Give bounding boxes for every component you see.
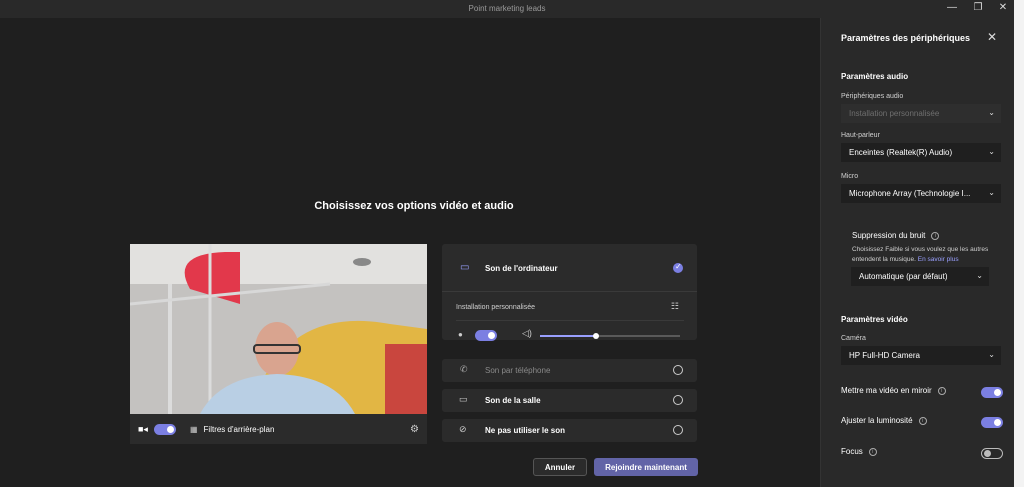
microphone-toggle[interactable] xyxy=(475,330,497,341)
window-title: Point marketing leads xyxy=(468,4,546,13)
computer-audio-card[interactable]: ▭ Son de l'ordinateur Installation perso… xyxy=(442,244,697,341)
info-icon[interactable]: i xyxy=(937,386,946,395)
divider xyxy=(442,291,697,292)
cancel-button[interactable]: Annuler xyxy=(533,458,587,476)
minimize-button[interactable]: — xyxy=(942,2,962,13)
audio-settings-sliders-icon[interactable]: ☷ xyxy=(671,301,679,312)
adjust-brightness-toggle[interactable] xyxy=(981,417,1003,428)
volume-slider[interactable] xyxy=(540,333,680,339)
microphone-value: Microphone Array (Technologie I... xyxy=(849,189,971,198)
computer-audio-radio[interactable] xyxy=(673,262,683,273)
no-audio-radio[interactable] xyxy=(673,425,683,435)
video-settings-heading: Paramètres vidéo xyxy=(841,315,908,324)
background-filters-button[interactable]: Filtres d'arrière-plan xyxy=(204,425,275,434)
info-icon[interactable]: i xyxy=(868,447,877,456)
focus-label: Focus xyxy=(841,447,863,456)
panel-title: Paramètres des périphériques xyxy=(841,33,971,43)
focus-row: Focus i xyxy=(841,447,1003,461)
info-icon[interactable]: i xyxy=(931,231,940,240)
chevron-down-icon: ⌄ xyxy=(988,188,995,197)
microphone-icon: ● xyxy=(458,330,463,339)
volume-slider-thumb[interactable] xyxy=(593,333,599,339)
noise-suppression-label: Suppression du bruit xyxy=(852,231,926,240)
speaker-value: Enceintes (Realtek(R) Audio) xyxy=(849,148,953,157)
room-audio-radio[interactable] xyxy=(673,395,683,405)
restore-button[interactable]: ❐ xyxy=(968,2,988,13)
speaker-select[interactable]: Enceintes (Realtek(R) Audio) ⌄ xyxy=(841,143,1001,162)
mirror-video-row: Mettre ma vidéo en miroir i xyxy=(841,386,1003,400)
camera-label: Caméra xyxy=(841,335,866,342)
speaker-volume-icon: ◁) xyxy=(522,328,532,338)
phone-audio-radio[interactable] xyxy=(673,365,683,375)
video-settings-gear-icon[interactable]: ⚙ xyxy=(410,424,419,435)
audio-devices-value: Installation personnalisée xyxy=(849,109,940,118)
background-filters-icon: ▦ xyxy=(189,424,198,434)
chevron-down-icon: ⌄ xyxy=(988,108,995,117)
microphone-select[interactable]: Microphone Array (Technologie I... ⌄ xyxy=(841,184,1001,203)
room-audio-option[interactable]: ▭ Son de la salle xyxy=(442,389,697,412)
camera-select[interactable]: HP Full-HD Camera ⌄ xyxy=(841,346,1001,365)
video-preview xyxy=(130,244,427,414)
room-audio-label: Son de la salle xyxy=(485,396,541,405)
noise-suppression-description: Choisissez Faible si vous voulez que les… xyxy=(852,245,992,265)
camera-icon: ■◂ xyxy=(138,423,148,434)
computer-audio-label: Son de l'ordinateur xyxy=(485,264,558,273)
chevron-down-icon: ⌄ xyxy=(988,350,995,359)
focus-toggle[interactable] xyxy=(981,448,1003,459)
audio-settings-heading: Paramètres audio xyxy=(841,72,909,81)
close-window-button[interactable]: ✕ xyxy=(993,2,1013,13)
mirror-video-toggle[interactable] xyxy=(981,387,1003,398)
chevron-down-icon: ⌄ xyxy=(988,147,995,156)
noise-suppression-title: Suppression du bruit i xyxy=(852,231,940,240)
no-audio-icon: ⊘ xyxy=(459,424,467,434)
device-settings-panel: Paramètres des périphériques ✕ Paramètre… xyxy=(820,18,1014,487)
phone-audio-label: Son par téléphone xyxy=(485,366,551,375)
custom-setup-label: Installation personnalisée xyxy=(456,304,535,311)
chevron-down-icon: ⌄ xyxy=(976,271,983,280)
background-window-edge xyxy=(1014,0,1024,487)
info-icon[interactable]: i xyxy=(918,416,927,425)
phone-icon: ✆ xyxy=(460,364,468,374)
volume-slider-fill xyxy=(540,335,596,337)
adjust-brightness-row: Ajuster la luminosité i xyxy=(841,416,1003,430)
microphone-label: Micro xyxy=(841,173,859,180)
phone-audio-option[interactable]: ✆ Son par téléphone xyxy=(442,359,697,382)
title-bar: Point marketing leads — ❐ ✕ xyxy=(0,0,1014,18)
noise-suppression-select[interactable]: Automatique (par défaut) ⌄ xyxy=(851,267,989,286)
no-audio-label: Ne pas utiliser le son xyxy=(485,426,566,435)
learn-more-link[interactable]: En savoir plus xyxy=(918,256,959,263)
computer-audio-icon: ▭ xyxy=(460,262,470,273)
video-controls-bar: ■◂ ▦ Filtres d'arrière-plan ⚙ xyxy=(130,414,427,444)
prejoin-headline: Choisissez vos options vidéo et audio xyxy=(314,200,514,212)
join-now-button[interactable]: Rejoindre maintenant xyxy=(594,458,698,476)
room-audio-icon: ▭ xyxy=(459,394,468,404)
divider xyxy=(456,320,684,321)
speaker-label: Haut-parleur xyxy=(841,132,880,139)
noise-suppression-value: Automatique (par défaut) xyxy=(859,272,948,281)
audio-devices-select: Installation personnalisée ⌄ xyxy=(841,104,1001,123)
camera-toggle[interactable] xyxy=(153,423,176,435)
no-audio-option[interactable]: ⊘ Ne pas utiliser le son xyxy=(442,419,697,442)
audio-devices-label: Périphériques audio xyxy=(841,93,904,100)
camera-value: HP Full-HD Camera xyxy=(849,351,920,360)
camera-feed-image xyxy=(130,244,427,414)
adjust-brightness-label: Ajuster la luminosité xyxy=(841,416,913,425)
mirror-video-label: Mettre ma vidéo en miroir xyxy=(841,386,932,395)
close-panel-icon[interactable]: ✕ xyxy=(987,30,997,44)
